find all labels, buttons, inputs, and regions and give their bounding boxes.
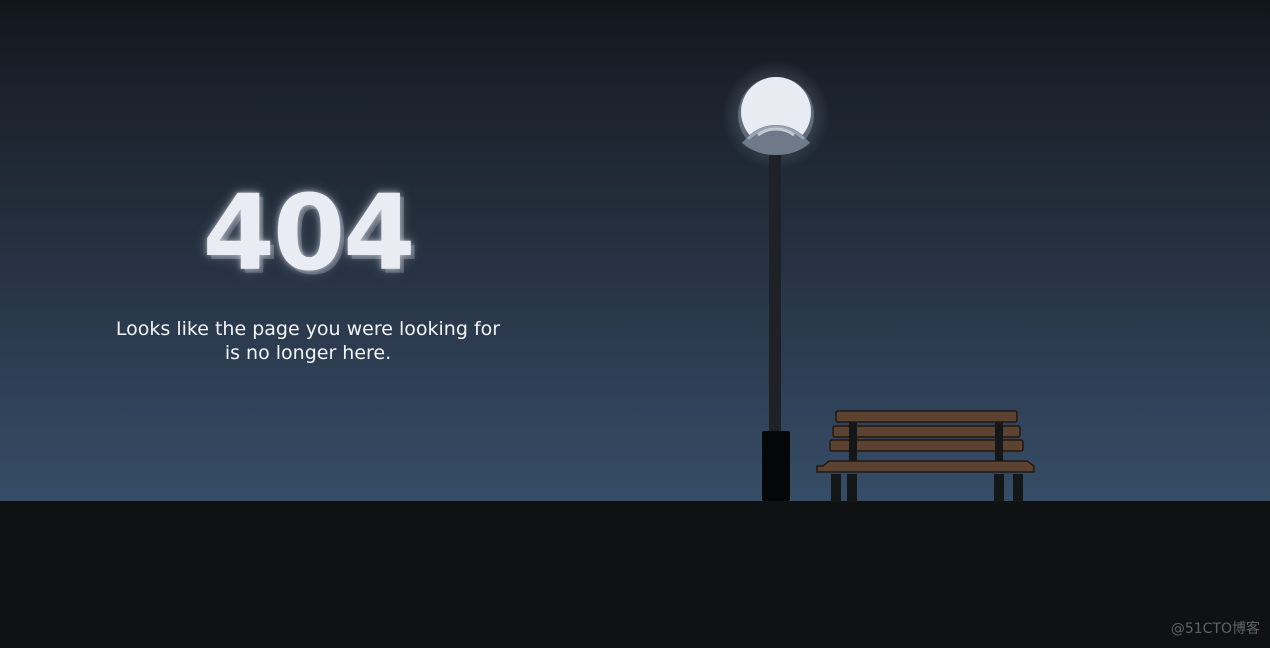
lamp-pole xyxy=(769,155,781,435)
bench-legs xyxy=(831,474,1023,502)
error-page: 404 Looks like the page you were looking… xyxy=(0,0,1270,648)
ground xyxy=(0,501,1270,648)
bench-seat xyxy=(816,460,1035,473)
park-bench-illustration xyxy=(816,410,1035,502)
error-message-line-1: Looks like the page you were looking for xyxy=(115,318,501,340)
watermark: @51CTO博客 xyxy=(1170,621,1260,637)
lamp-base xyxy=(762,431,790,501)
night-sky-background xyxy=(0,0,1270,501)
bench-back-slats xyxy=(829,410,1024,452)
error-message: Looks like the page you were looking for… xyxy=(108,317,508,365)
error-code-heading: 404 xyxy=(202,172,415,294)
error-message-line-2: is no longer here. xyxy=(224,342,392,364)
